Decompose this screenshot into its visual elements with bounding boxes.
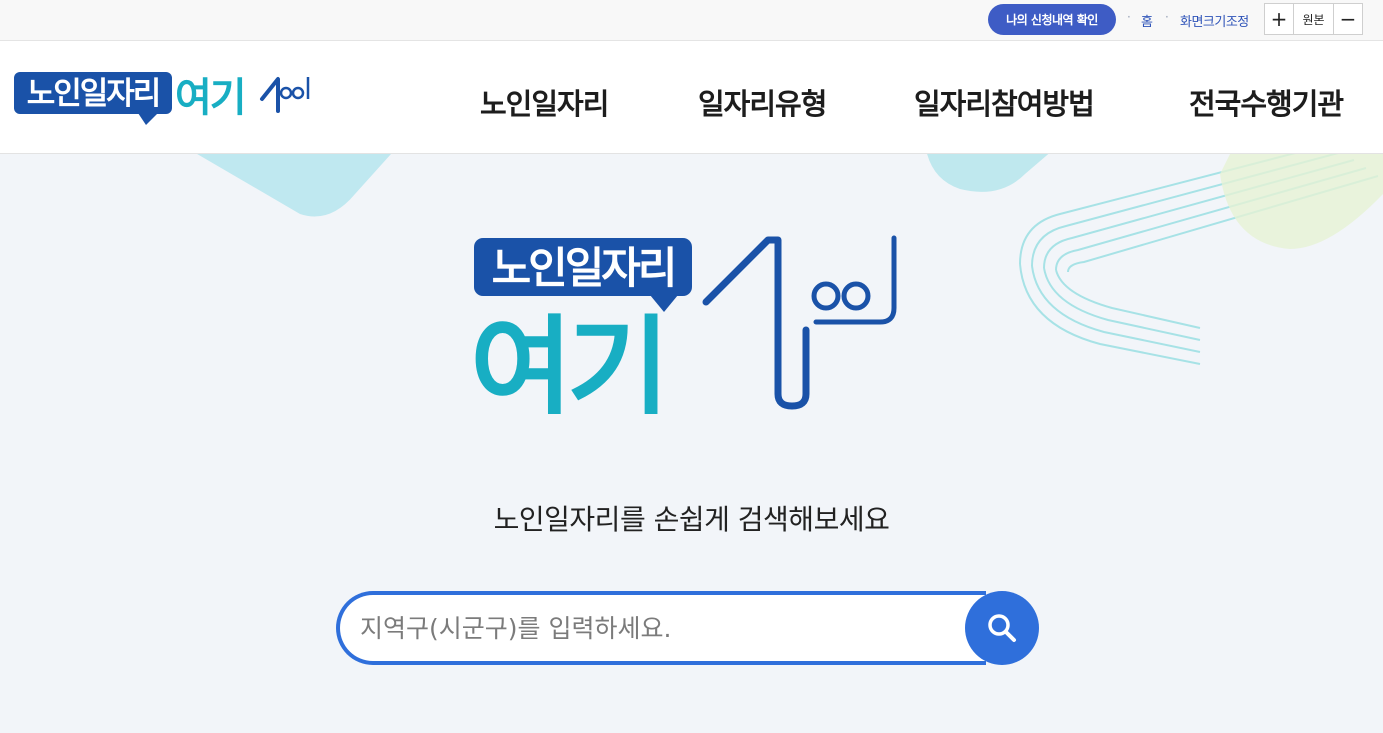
region-search-input[interactable] [360, 606, 960, 650]
zoom-label: 화면크기조정 [1180, 15, 1249, 30]
zoom-out-button[interactable]: − [1333, 3, 1363, 35]
hero-section: 노인일자리 여기 노인일자리를 손쉽게 검색해보세요 [0, 154, 1383, 733]
logo-bottom-text: 여기 [175, 75, 245, 121]
hero-logo: 노인일자리 여기 [470, 235, 897, 414]
nav-item-senior-jobs[interactable]: 노인일자리 [480, 81, 609, 123]
home-link[interactable]: 홈 [1141, 11, 1153, 30]
nav-item-agencies[interactable]: 전국수행기관 [1189, 81, 1344, 123]
nav-item-job-types[interactable]: 일자리유형 [698, 81, 827, 123]
hero-logo-bottom-text: 여기 [470, 305, 664, 414]
nav-item-participation-method[interactable]: 일자리참여방법 [914, 81, 1095, 123]
separator-dot: · [1165, 10, 1169, 24]
site-logo[interactable]: 노인일자리 여기 [12, 69, 317, 125]
zoom-in-button[interactable]: + [1264, 3, 1294, 35]
separator-dot: · [1127, 10, 1131, 24]
search-button[interactable] [965, 591, 1039, 665]
my-application-button[interactable]: 나의 신청내역 확인 [988, 4, 1116, 35]
site-header: 노인일자리 여기 노인일자리 일자리유형 일자리참여방법 전국수행기관 [0, 41, 1383, 154]
utility-bar: 나의 신청내역 확인 · 홈 · 화면크기조정 + 원본 − [0, 0, 1383, 41]
logo-top-text: 노인일자리 [27, 76, 160, 112]
zoom-reset-button[interactable]: 원본 [1293, 3, 1334, 35]
search-icon [988, 614, 1016, 642]
hero-tagline: 노인일자리를 손쉽게 검색해보세요 [493, 503, 890, 536]
hero-logo-top-text: 노인일자리 [492, 244, 675, 294]
